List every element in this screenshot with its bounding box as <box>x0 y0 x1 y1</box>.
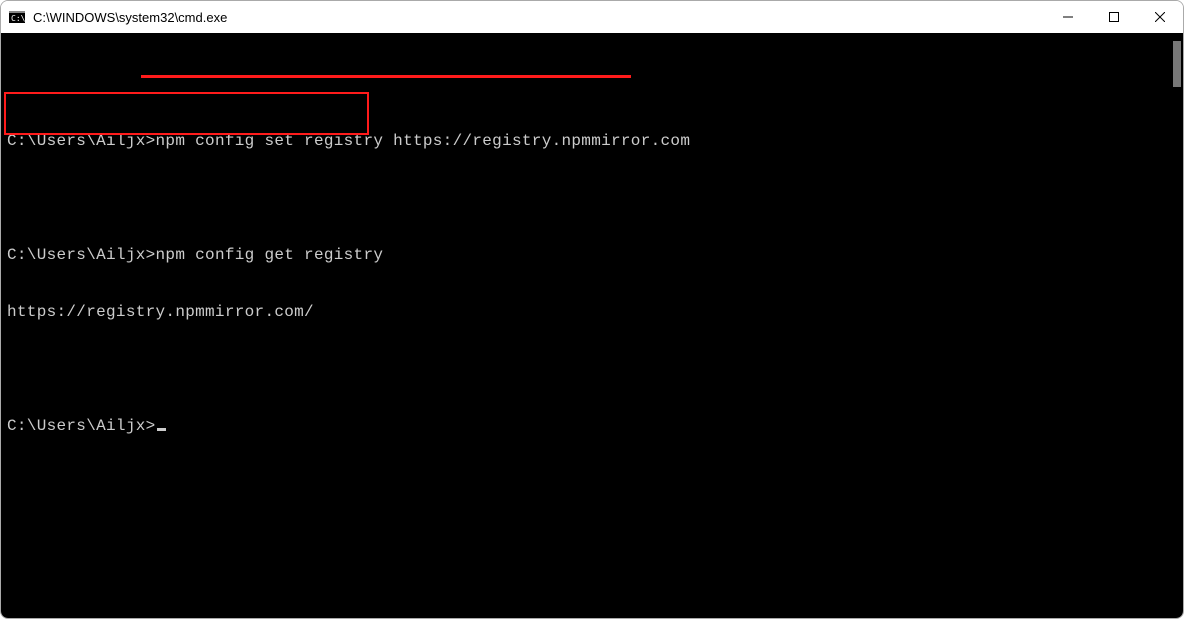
annotation-box <box>4 92 369 135</box>
output-text: https://registry.npmmirror.com/ <box>7 303 314 321</box>
prompt: C:\Users\Ailjx> <box>7 417 156 435</box>
cursor <box>157 428 166 431</box>
terminal-line: https://registry.npmmirror.com/ <box>7 303 1177 322</box>
terminal-line <box>7 360 1177 379</box>
terminal-area[interactable]: C:\Users\Ailjx>npm config set registry h… <box>1 33 1183 619</box>
command-text: npm config get registry <box>156 246 384 264</box>
window-title: C:\WINDOWS\system32\cmd.exe <box>33 10 227 25</box>
close-button[interactable] <box>1137 1 1183 33</box>
terminal-line: C:\Users\Ailjx>npm config get registry <box>7 246 1177 265</box>
annotation-underline <box>141 75 631 78</box>
prompt: C:\Users\Ailjx> <box>7 246 156 264</box>
terminal-line: C:\Users\Ailjx> <box>7 417 1177 436</box>
scrollbar-thumb[interactable] <box>1173 41 1181 87</box>
minimize-button[interactable] <box>1045 1 1091 33</box>
cmd-window: C:\ C:\WINDOWS\system32\cmd.exe C:\Users… <box>0 0 1184 619</box>
titlebar: C:\ C:\WINDOWS\system32\cmd.exe <box>1 1 1183 33</box>
terminal-line <box>7 189 1177 208</box>
svg-text:C:\: C:\ <box>11 14 25 23</box>
maximize-button[interactable] <box>1091 1 1137 33</box>
app-icon: C:\ <box>9 9 25 25</box>
